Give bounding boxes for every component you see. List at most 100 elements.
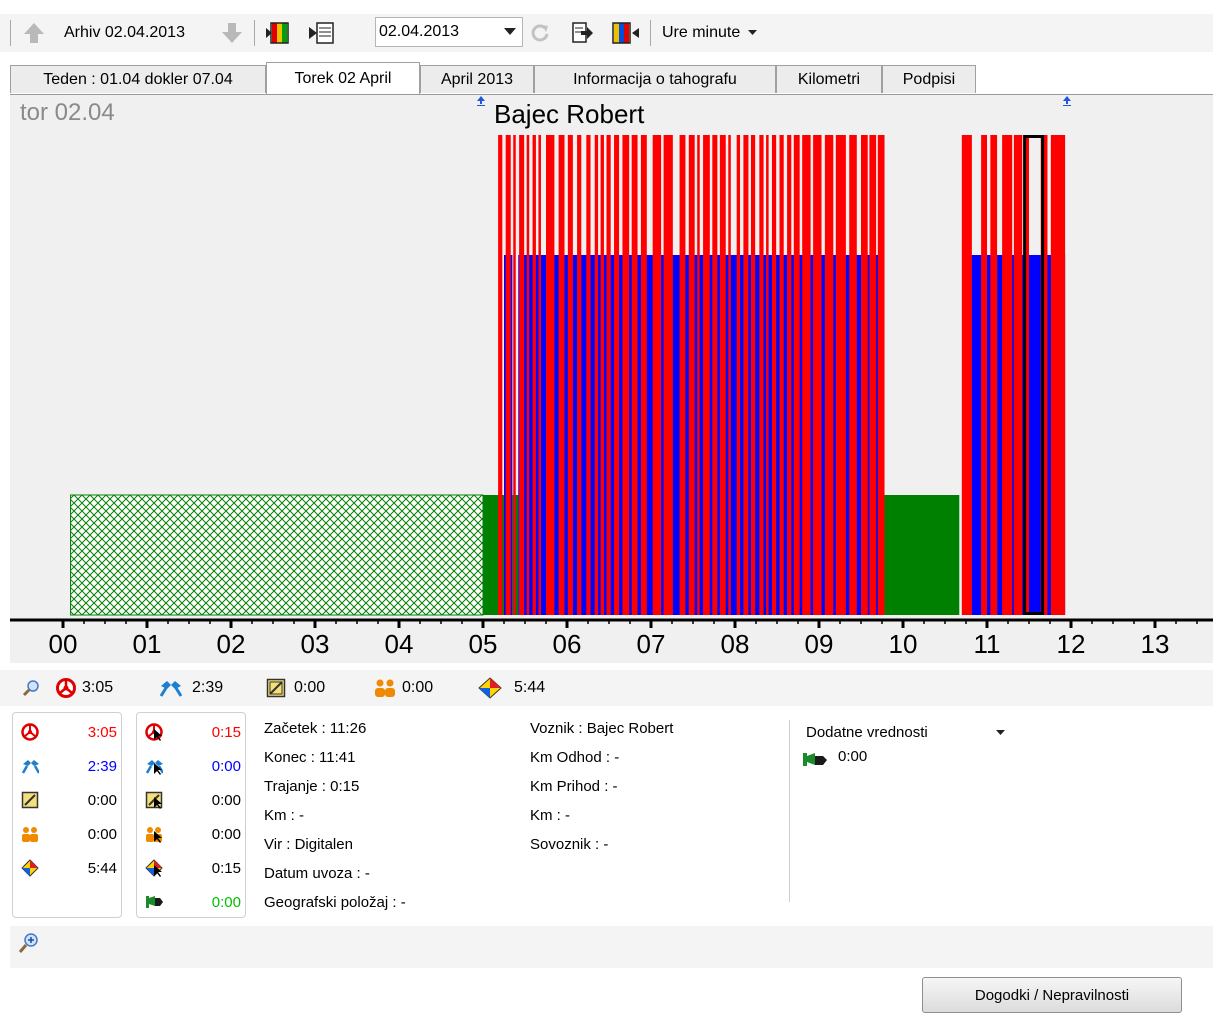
calendar-button[interactable] (308, 18, 336, 48)
driving-segment (663, 135, 673, 615)
chevron-down-icon[interactable] (996, 730, 1005, 736)
summary-availability: 0:00 (294, 679, 326, 696)
detail-row: 5:44 (21, 857, 117, 879)
detail-row: 0:00 (145, 891, 241, 913)
tick-label: 02 (217, 629, 246, 659)
driver-info-line: Km : - (530, 807, 570, 824)
date-select[interactable]: 02.04.2013 (375, 17, 523, 47)
tick-label: 11 (974, 629, 1001, 659)
detail-row: 0:00 (145, 789, 241, 811)
detail-value: 5:44 (87, 859, 117, 877)
date-select-value: 02.04.2013 (379, 23, 460, 40)
info-line: Začetek : 11:26 (264, 720, 367, 737)
driving-select-icon (145, 723, 163, 741)
driving-segment (728, 135, 731, 615)
summary-bar: 3:05 2:39 0:00 0:00 5:44 (0, 670, 1213, 706)
detail-row: 0:00 (21, 789, 117, 811)
rest-segment (70, 494, 484, 616)
driving-segment (712, 135, 718, 615)
toolbar-separator (650, 20, 651, 46)
tab-week[interactable]: Teden : 01.04 dokler 07.04 (10, 65, 266, 93)
info-line: Konec : 11:41 (264, 749, 356, 766)
driving-segment (538, 135, 541, 615)
driving-segment (1002, 135, 1013, 615)
driving-segment (567, 135, 573, 615)
summary-driving: 3:05 (82, 679, 114, 696)
driving-segment (813, 135, 822, 615)
tab-bar: Teden : 01.04 dokler 07.04 Torek 02 Apri… (0, 62, 1213, 94)
driving-segment (759, 135, 764, 615)
work-icon (159, 681, 183, 697)
driving-segment (981, 135, 987, 615)
driving-segment (766, 135, 769, 615)
driving-segment (869, 135, 877, 615)
driving-segment (513, 135, 516, 615)
detail-value: 0:00 (211, 825, 241, 843)
driving-segment (849, 135, 857, 615)
detail-value: 0:00 (211, 791, 241, 809)
activity-chart-plot[interactable]: 00 01 02 03 04 05 06 07 08 09 10 11 12 13 (10, 95, 1213, 663)
tick-label: 08 (721, 629, 750, 659)
arrow-down-icon (222, 23, 242, 43)
detail-value: 2:39 (87, 757, 117, 775)
driving-segment (679, 135, 686, 615)
tab-kilometers[interactable]: Kilometri (776, 65, 882, 93)
driving-segment (861, 135, 868, 615)
driving-segment (703, 135, 710, 615)
toolbar: Arhiv 02.04.2013 02.04.2013 Ure minute (0, 14, 1213, 52)
tick-label: 01 (133, 629, 162, 659)
tab-tachograph-info[interactable]: Informacija o tahografu (534, 65, 776, 93)
driving-segment (606, 135, 611, 615)
detail-value: 0:15 (211, 859, 241, 877)
next-day-button[interactable] (610, 18, 640, 48)
tick-label: 00 (49, 629, 78, 659)
prev-day-button[interactable] (266, 18, 296, 48)
driving-segment (824, 135, 834, 615)
zoom-in-icon[interactable] (18, 932, 40, 954)
detail-row: 0:15 (145, 857, 241, 879)
driving-segment (1013, 135, 1023, 615)
toolbar-separator (254, 20, 255, 46)
driving-segment (546, 135, 555, 615)
driving-segment (835, 135, 846, 615)
driving-icon (21, 723, 39, 741)
tab-month[interactable]: April 2013 (420, 65, 534, 93)
export-button[interactable] (570, 18, 594, 48)
zoom-icon[interactable] (22, 679, 40, 697)
detail-row: 0:00 (21, 823, 117, 845)
refresh-icon (531, 24, 549, 42)
book-prev-icon (266, 22, 289, 44)
archive-up-button[interactable] (22, 18, 46, 48)
tick-label: 12 (1057, 629, 1086, 659)
driving-segment (640, 135, 647, 615)
extra-values-dropdown[interactable]: Dodatne vrednosti (806, 724, 928, 741)
mode-dropdown[interactable]: Ure minute (662, 18, 758, 48)
availability-icon (21, 791, 39, 809)
events-button[interactable]: Dogodki / Nepravilnosti (922, 977, 1182, 1013)
work-icon (21, 760, 39, 774)
crew-select-icon (146, 827, 162, 843)
activity-chart[interactable]: tor 02.04 Bajec Robert 00 01 02 03 04 05 06 07 0… (10, 94, 1213, 663)
info-line: Trajanje : 0:15 (264, 778, 360, 795)
driving-segment (743, 135, 749, 615)
refresh-button[interactable] (530, 18, 550, 48)
tab-signatures[interactable]: Podpisi (882, 65, 976, 93)
extra-values-title: Dodatne vrednosti (806, 724, 928, 741)
book-next-icon (612, 22, 639, 44)
driving-segment (652, 135, 662, 615)
driving-segment (519, 135, 525, 615)
driving-segment (736, 135, 741, 615)
driving-segment (750, 135, 756, 615)
crew-icon (22, 827, 38, 842)
totals-panel: 3:05 2:39 0:00 0:00 5:44 (12, 712, 122, 918)
tick-label: 07 (637, 629, 666, 659)
archive-label: Arhiv 02.04.2013 (64, 24, 185, 41)
tick-label: 10 (889, 629, 918, 659)
rest-select-icon (145, 859, 163, 877)
driving-segment (990, 135, 998, 615)
info-line: Datum uvoza : - (264, 865, 370, 882)
detail-value: 0:15 (211, 723, 241, 741)
tab-day[interactable]: Torek 02 April (266, 62, 420, 94)
info-line: Vir : Digitalen (264, 836, 353, 853)
archive-down-button[interactable] (220, 18, 244, 48)
